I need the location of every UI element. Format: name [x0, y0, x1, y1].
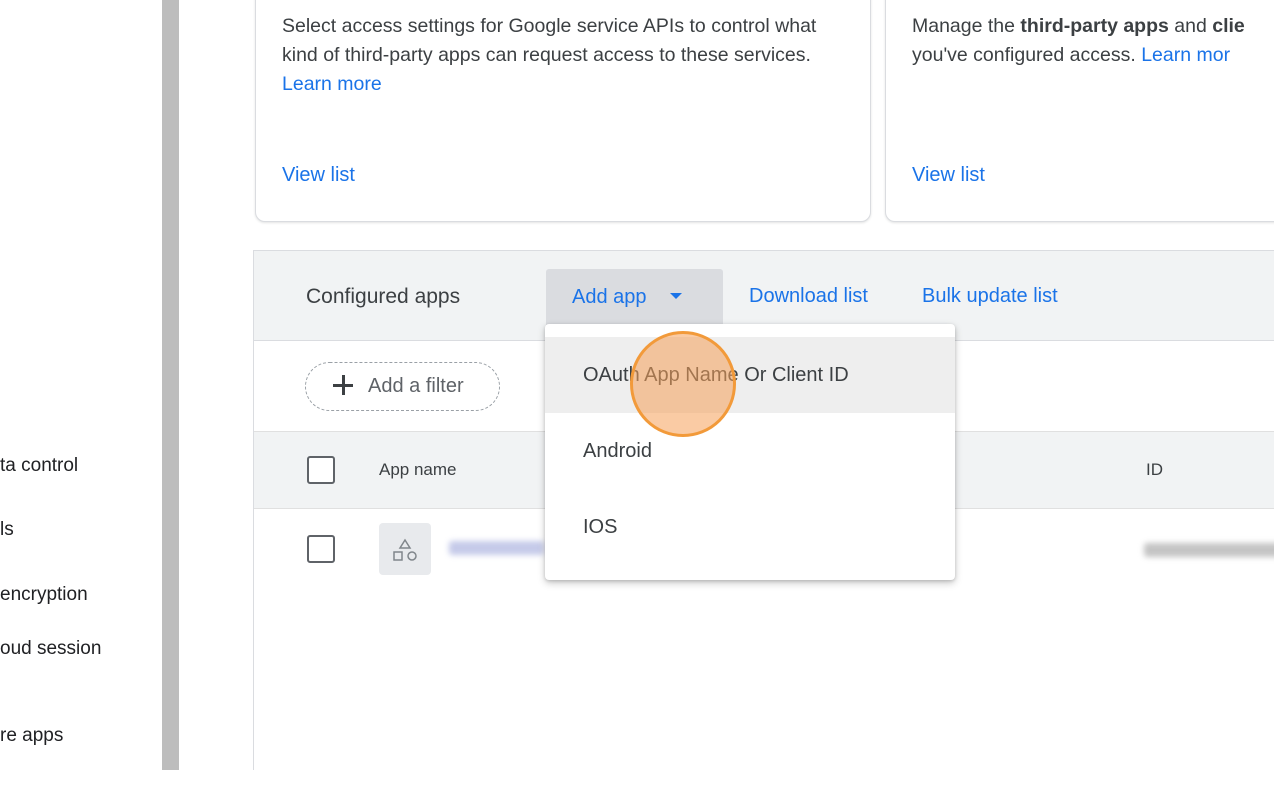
column-header-app-name[interactable]: App name [379, 460, 457, 480]
app-placeholder-icon [379, 523, 431, 575]
caret-down-icon [670, 293, 682, 299]
select-all-checkbox[interactable] [307, 456, 335, 484]
api-access-description: Select access settings for Google servic… [282, 15, 817, 95]
add-app-button[interactable]: Add app [546, 269, 723, 325]
download-list-link[interactable]: Download list [749, 285, 868, 308]
add-app-label: Add app [572, 286, 647, 308]
plus-icon [332, 374, 354, 396]
api-access-view-list-link[interactable]: View list [282, 164, 355, 187]
sidebar-item-tools[interactable]: ls [0, 519, 14, 541]
app-access-card: Manage the third-party apps and clie you… [885, 0, 1274, 222]
menu-item-oauth-app[interactable]: OAuth App Name Or Client ID [545, 337, 955, 413]
api-access-learn-more-link[interactable]: Learn more [282, 73, 382, 95]
sidebar-scrollbar[interactable] [162, 0, 179, 770]
sidebar-item-apps[interactable]: re apps [0, 725, 63, 747]
bottom-strip [0, 770, 1274, 798]
shapes-icon [393, 538, 417, 561]
bulk-update-list-link[interactable]: Bulk update list [922, 285, 1058, 308]
menu-item-android[interactable]: Android [545, 413, 955, 489]
column-header-id[interactable]: ID [1146, 460, 1163, 480]
app-access-description: Manage the third-party apps and clie you… [912, 15, 1245, 66]
app-access-learn-more-link[interactable]: Learn mor [1141, 44, 1230, 66]
sidebar: ta control ls encryption oud session re … [0, 0, 162, 770]
configured-apps-title: Configured apps [306, 285, 461, 308]
app-id-redacted [1144, 543, 1274, 557]
sidebar-item-cloud-session[interactable]: oud session [0, 638, 101, 660]
api-access-card: Select access settings for Google servic… [255, 0, 871, 222]
sidebar-item-data-control[interactable]: ta control [0, 455, 78, 477]
app-access-view-list-link[interactable]: View list [912, 164, 985, 187]
add-filter-label: Add a filter [368, 375, 464, 397]
sidebar-item-encryption[interactable]: encryption [0, 584, 88, 606]
add-app-dropdown-menu: OAuth App Name Or Client ID Android IOS [545, 324, 955, 580]
app-name-redacted[interactable] [449, 541, 544, 555]
menu-item-ios[interactable]: IOS [545, 489, 955, 565]
add-filter-button[interactable]: Add a filter [305, 362, 500, 411]
row-checkbox[interactable] [307, 535, 335, 563]
